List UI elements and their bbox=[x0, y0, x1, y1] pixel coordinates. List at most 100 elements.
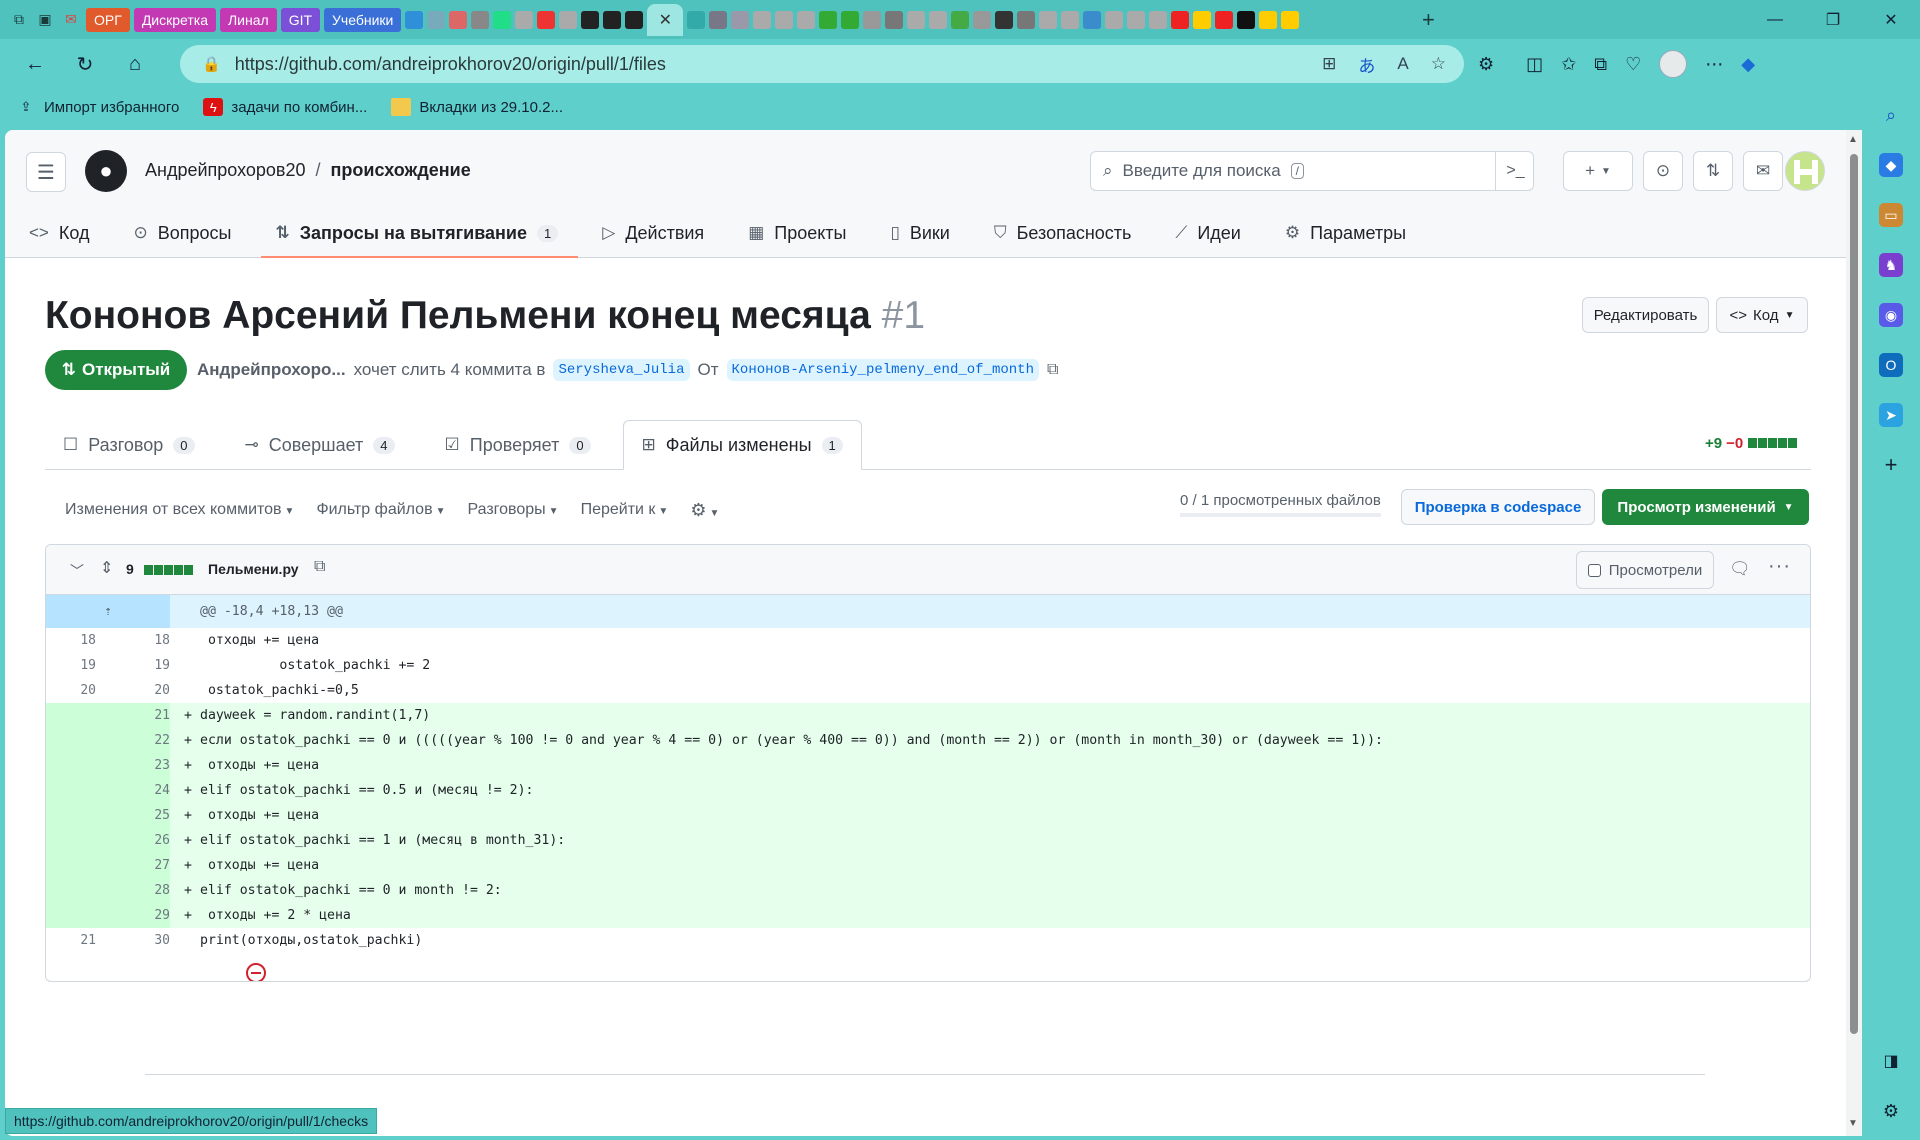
sidebar-toggle-icon[interactable]: ◨ bbox=[1879, 1049, 1903, 1073]
tab-favicon[interactable] bbox=[1259, 10, 1278, 29]
old-line-number[interactable] bbox=[46, 803, 108, 828]
tab-favicon[interactable] bbox=[581, 10, 600, 29]
comment-icon[interactable]: 🗨 bbox=[1729, 559, 1751, 579]
copy-icon[interactable]: ⧉ bbox=[1047, 361, 1058, 379]
new-line-number[interactable]: 21 bbox=[108, 703, 170, 728]
repo-nav-item[interactable]: ⛉ Безопасность bbox=[970, 208, 1152, 258]
tab-favicon[interactable] bbox=[427, 10, 446, 29]
search-input[interactable]: ⌕ Введите для поиска / bbox=[1090, 151, 1534, 191]
collections-icon[interactable]: ⧉ bbox=[1594, 54, 1607, 75]
tab-favicon[interactable] bbox=[1237, 10, 1256, 29]
gmail-tab-icon[interactable]: ✉ bbox=[60, 9, 82, 31]
tab-favicon[interactable] bbox=[405, 10, 424, 29]
file-filter-dropdown[interactable]: Фильтр файлов ▼ bbox=[316, 501, 445, 519]
tab-favicon[interactable] bbox=[797, 10, 816, 29]
head-branch-link[interactable]: Кононов-Arseniy_pelmeny_end_of_month bbox=[726, 359, 1039, 381]
repo-nav-item[interactable]: ▦ Проекты bbox=[724, 208, 866, 258]
old-line-number[interactable] bbox=[46, 778, 108, 803]
new-line-number[interactable]: 29 bbox=[108, 903, 170, 928]
tab-favicon[interactable] bbox=[1215, 10, 1234, 29]
repo-nav-item[interactable]: ⟋ Идеи bbox=[1151, 208, 1260, 258]
tab-favicon[interactable] bbox=[1017, 10, 1036, 29]
tab-favicon[interactable] bbox=[1039, 10, 1058, 29]
new-line-number[interactable]: 19 bbox=[108, 658, 170, 673]
reload-icon[interactable]: ↻ bbox=[60, 44, 110, 84]
expand-all-icon[interactable]: ⇕ bbox=[100, 558, 113, 578]
tab-favicon[interactable] bbox=[1061, 10, 1080, 29]
tab-favicon[interactable] bbox=[731, 10, 750, 29]
tab-favicon[interactable] bbox=[819, 10, 838, 29]
url-field[interactable]: 🔒 https://github.com/andreiprokhorov20/o… bbox=[180, 45, 1464, 83]
inbox-icon[interactable]: ✉ bbox=[1743, 151, 1783, 191]
tab-favicon[interactable] bbox=[1083, 10, 1102, 29]
back-icon[interactable]: ← bbox=[10, 44, 60, 84]
file-name-link[interactable]: Пельмени.ру bbox=[208, 561, 299, 577]
outlook-icon[interactable]: O bbox=[1879, 353, 1903, 377]
tab-favicon[interactable] bbox=[753, 10, 772, 29]
favorite-import[interactable]: ⇪ Импорт избранного bbox=[16, 98, 180, 116]
more-options-icon[interactable]: ··· bbox=[1768, 555, 1791, 578]
old-line-number[interactable]: 21 bbox=[46, 933, 108, 948]
pr-tab[interactable]: ⊞ Файлы изменены 1 bbox=[622, 420, 862, 470]
tab-favicon[interactable] bbox=[907, 10, 926, 29]
pr-tab[interactable]: ☐ Разговор 0 bbox=[45, 420, 213, 470]
minimize-icon[interactable]: — bbox=[1746, 0, 1804, 39]
tab-group-chip[interactable]: GIT bbox=[280, 7, 321, 32]
pr-tab[interactable]: ☑ Проверяет 0 bbox=[427, 420, 609, 470]
old-line-number[interactable]: 20 bbox=[46, 683, 108, 698]
tab-favicon[interactable] bbox=[559, 10, 578, 29]
command-palette-icon[interactable]: >_ bbox=[1495, 151, 1535, 191]
tab-group-chip[interactable]: Линал bbox=[219, 7, 277, 32]
close-window-icon[interactable]: ✕ bbox=[1862, 0, 1920, 39]
tab-actions-icon[interactable]: ▣ bbox=[34, 9, 56, 31]
old-line-number[interactable]: 19 bbox=[46, 658, 108, 673]
repo-nav-item[interactable]: ⚙ Параметры bbox=[1261, 208, 1426, 258]
new-line-number[interactable]: 30 bbox=[108, 933, 170, 948]
scroll-down-icon[interactable]: ▼ bbox=[1848, 1118, 1858, 1129]
tab-favicon[interactable] bbox=[709, 10, 728, 29]
new-tab-icon[interactable]: + bbox=[1417, 7, 1439, 32]
split-screen-icon[interactable]: ◫ bbox=[1526, 54, 1543, 75]
new-line-number[interactable]: 24 bbox=[108, 778, 170, 803]
home-icon[interactable]: ⌂ bbox=[110, 44, 160, 84]
changes-from-dropdown[interactable]: Изменения от всех коммитов ▼ bbox=[65, 501, 294, 519]
browser-essentials-icon[interactable]: ♡ bbox=[1625, 54, 1641, 75]
copy-path-icon[interactable]: ⧉ bbox=[314, 558, 325, 576]
new-line-number[interactable]: 22 bbox=[108, 728, 170, 753]
page-scrollbar[interactable]: ▲ ▼ bbox=[1846, 130, 1862, 1136]
repo-name-link[interactable]: происхождение bbox=[331, 160, 471, 181]
new-line-number[interactable]: 27 bbox=[108, 853, 170, 878]
old-line-number[interactable] bbox=[46, 828, 108, 853]
repo-nav-item[interactable]: <> Код bbox=[5, 208, 109, 258]
tab-favicon[interactable] bbox=[449, 10, 468, 29]
tools-icon[interactable]: ▭ bbox=[1879, 203, 1903, 227]
tab-favicon[interactable] bbox=[995, 10, 1014, 29]
shopping-icon[interactable]: ◆ bbox=[1879, 153, 1903, 177]
tab-favicon[interactable] bbox=[775, 10, 794, 29]
tab-favicon[interactable] bbox=[885, 10, 904, 29]
new-line-number[interactable]: 23 bbox=[108, 753, 170, 778]
favorites-icon[interactable]: ✩ bbox=[1561, 54, 1576, 75]
add-sidebar-icon[interactable]: + bbox=[1879, 452, 1903, 477]
pr-tab[interactable]: ⊸ Совершает 4 bbox=[227, 420, 413, 470]
active-tab-close-icon[interactable]: ✕ bbox=[647, 3, 684, 36]
profile-avatar[interactable] bbox=[1659, 50, 1688, 78]
repo-nav-item[interactable]: ⊙ Вопросы bbox=[109, 208, 251, 258]
edit-title-button[interactable]: Редактировать bbox=[1582, 297, 1709, 333]
repo-owner-link[interactable]: Андрейпрохоров20 bbox=[145, 160, 306, 181]
tab-favicon[interactable] bbox=[537, 10, 556, 29]
copilot-icon[interactable]: ◆ bbox=[1741, 54, 1755, 75]
repo-nav-item[interactable]: ▷ Действия bbox=[578, 208, 724, 258]
copilot-sidebar-icon[interactable]: ◉ bbox=[1879, 303, 1903, 327]
jump-to-dropdown[interactable]: Перейти к ▼ bbox=[581, 501, 669, 519]
new-line-number[interactable]: 25 bbox=[108, 803, 170, 828]
old-line-number[interactable] bbox=[46, 903, 108, 928]
user-avatar[interactable] bbox=[1785, 151, 1825, 191]
tab-favicon[interactable] bbox=[1105, 10, 1124, 29]
old-line-number[interactable] bbox=[46, 728, 108, 753]
workspaces-icon[interactable]: ⧉ bbox=[8, 9, 30, 31]
tab-favicon[interactable] bbox=[1171, 10, 1190, 29]
lock-icon[interactable]: 🔒 bbox=[202, 55, 221, 73]
repo-nav-item[interactable]: ⇅ Запросы на вытягивание 1 bbox=[251, 208, 579, 258]
code-dropdown-button[interactable]: <> Код ▼ bbox=[1716, 297, 1808, 333]
